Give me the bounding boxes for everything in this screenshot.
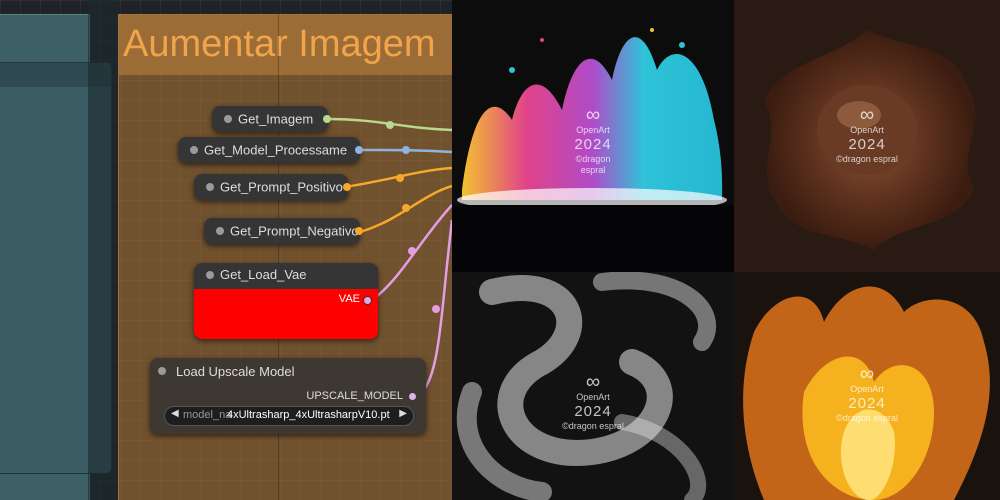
arrow-left-icon[interactable]: ◀ (171, 408, 179, 419)
node-get-load-vae[interactable]: Get_Load_Vae VAE (194, 263, 378, 339)
node-header[interactable]: Load Upscale Model (150, 358, 426, 384)
watermark-brand: OpenArt (850, 125, 884, 135)
watermark-year: 2024 (848, 135, 886, 153)
collapse-dot-icon[interactable] (216, 227, 224, 235)
output-port[interactable] (355, 146, 363, 154)
group-title: Aumentar Imagem (123, 23, 436, 65)
output-port[interactable] (355, 227, 363, 235)
arrow-right-icon[interactable]: ▶ (399, 408, 407, 419)
node-header[interactable]: Get_Load_Vae (194, 263, 378, 287)
watermark: ∞ OpenArt 2024 ©dragon espral (565, 105, 621, 175)
widget-value: 4xUltrasharp_4xUltrasharpV10.pt (227, 409, 390, 421)
output-row: UPSCALE_MODEL (306, 390, 416, 402)
canvas-gap (88, 0, 118, 500)
output-port[interactable] (323, 115, 331, 123)
watermark-year: 2024 (574, 402, 612, 420)
model-name-combo[interactable]: ◀ model_na 4xUltrasharp_4xUltrasharpV10.… (164, 406, 414, 426)
collapse-dot-icon[interactable] (190, 146, 198, 154)
watermark: ∞ OpenArt 2024 ©dragon espral (836, 105, 898, 165)
watermark-brand: OpenArt (576, 392, 610, 402)
watermark-brand: OpenArt (576, 125, 610, 135)
group-title-bar[interactable]: Aumentar Imagem (119, 15, 452, 75)
watermark-year: 2024 (848, 394, 886, 412)
node-get-prompt-positivo[interactable]: Get_Prompt_Positivo (194, 174, 351, 200)
image-gallery: ∞ OpenArt 2024 ©dragon espral ∞ OpenArt … (452, 0, 1000, 500)
node-title: Load Upscale Model (176, 364, 295, 379)
output-label: UPSCALE_MODEL (306, 390, 403, 402)
tile-orange-flame[interactable]: ∞ OpenArt 2024 ©dragon espral (734, 272, 1000, 500)
tile-white-smoke[interactable]: ∞ OpenArt 2024 ©dragon espral (452, 272, 734, 500)
infinity-icon: ∞ (585, 371, 601, 393)
infinity-icon: ∞ (585, 104, 601, 126)
tile-chocolate-splash[interactable]: ∞ OpenArt 2024 ©dragon espral (734, 0, 1000, 272)
node-body[interactable]: VAE (194, 289, 378, 339)
node-get-imagem[interactable]: Get_Imagem (212, 106, 331, 132)
node-title: Get_Prompt_Negativo (230, 223, 359, 239)
watermark-credit: ©dragon espral (836, 412, 898, 423)
node-title: Get_Load_Vae (220, 267, 307, 282)
widget-name: model_na (183, 409, 232, 421)
vae-output-port[interactable] (363, 296, 372, 305)
infinity-icon: ∞ (859, 363, 875, 385)
output-label: VAE (338, 293, 360, 305)
node-title: Get_Prompt_Positivo (220, 179, 343, 195)
node-get-prompt-negativo[interactable]: Get_Prompt_Negativo (204, 218, 363, 244)
upscale-output-port[interactable] (409, 392, 416, 400)
collapse-dot-icon[interactable] (158, 367, 166, 375)
node-title: Get_Model_Processame (204, 142, 348, 158)
watermark-year: 2024 (574, 135, 612, 153)
watermark-credit: ©dragon espral (836, 153, 898, 164)
watermark-credit: ©dragon espral (575, 153, 611, 175)
collapse-dot-icon[interactable] (206, 183, 214, 191)
watermark-credit: ©dragon espral (562, 420, 624, 431)
watermark: ∞ OpenArt 2024 ©dragon espral (836, 364, 898, 424)
output-port[interactable] (343, 183, 351, 191)
tile-paint-splash[interactable]: ∞ OpenArt 2024 ©dragon espral (452, 0, 734, 272)
node-get-model[interactable]: Get_Model_Processame (178, 137, 363, 163)
node-canvas[interactable]: Aumentar Imagem Get_Imagem Get_Model_Pro… (0, 0, 452, 500)
infinity-icon: ∞ (859, 104, 875, 126)
node-title: Get_Imagem (238, 111, 314, 127)
collapse-dot-icon[interactable] (206, 271, 214, 279)
collapse-dot-icon[interactable] (224, 115, 232, 123)
watermark: ∞ OpenArt 2024 ©dragon espral (562, 372, 624, 432)
watermark-brand: OpenArt (850, 384, 884, 394)
node-load-upscale-model[interactable]: Load Upscale Model UPSCALE_MODEL ◀ model… (150, 358, 426, 434)
